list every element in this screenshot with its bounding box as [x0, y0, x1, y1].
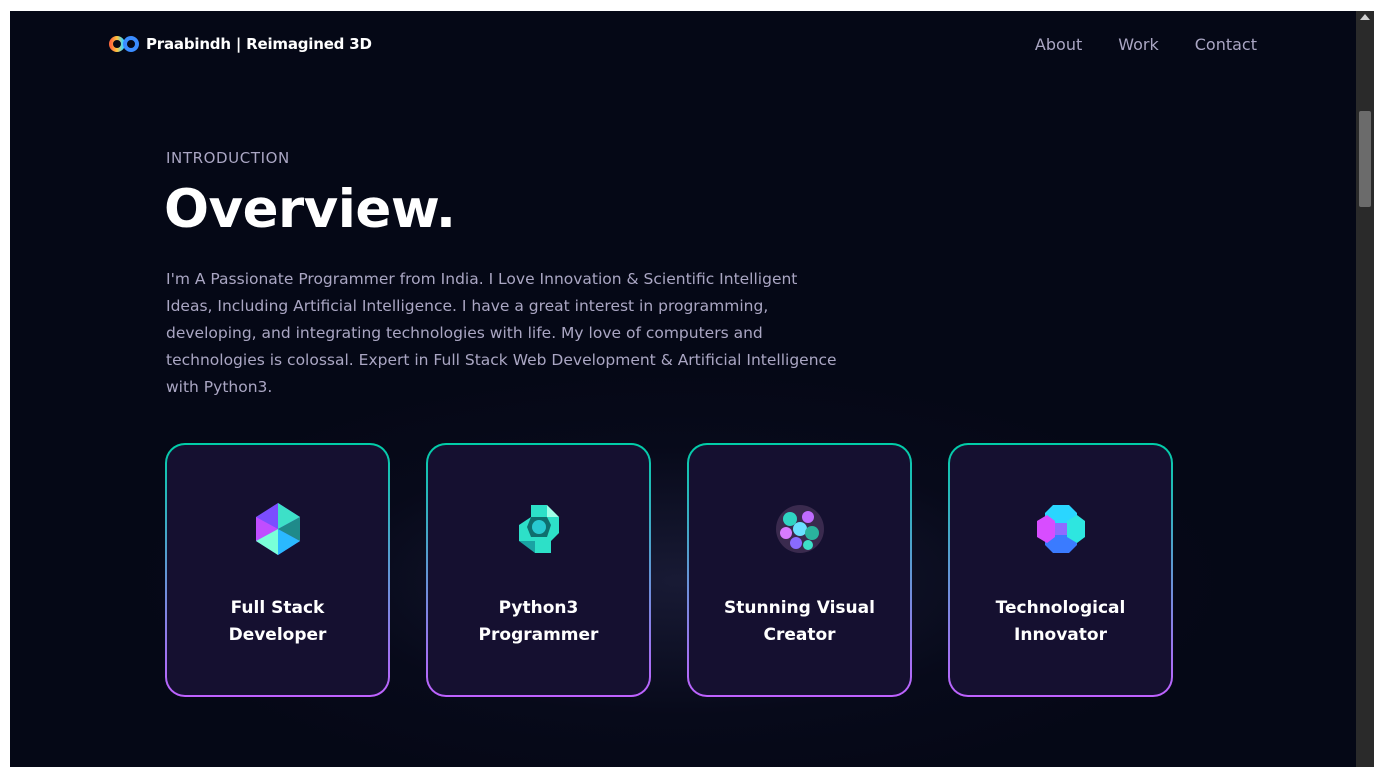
hex-cluster-icon	[1036, 505, 1085, 553]
card-title: Stunning Visual Creator	[724, 598, 875, 645]
nav-link-work[interactable]: Work	[1118, 35, 1159, 54]
infinity-logo-icon	[109, 36, 139, 52]
nav-link-contact[interactable]: Contact	[1195, 35, 1257, 54]
page-scrollbar[interactable]	[1356, 11, 1374, 767]
scroll-up-arrow-icon[interactable]	[1360, 14, 1370, 20]
section-subtitle: INTRODUCTION	[166, 149, 290, 167]
page-viewport: Praabindh | Reimagined 3D About Work Con…	[10, 11, 1356, 767]
section-title: Overview.	[164, 179, 456, 240]
service-cards: Full Stack Developer Python3 Programmer	[165, 443, 1173, 697]
card-title: Full Stack Developer	[228, 598, 327, 645]
nav-links: About Work Contact	[1035, 35, 1257, 54]
card-title: Technological Innovator	[995, 598, 1126, 645]
service-card[interactable]: Python3 Programmer	[426, 443, 651, 697]
navbar: Praabindh | Reimagined 3D About Work Con…	[10, 11, 1356, 77]
overview-description: I'm A Passionate Programmer from India. …	[166, 270, 837, 396]
crystal-icon	[255, 503, 300, 555]
nav-link-about[interactable]: About	[1035, 35, 1082, 54]
brand-link[interactable]: Praabindh | Reimagined 3D	[108, 34, 372, 54]
scroll-thumb[interactable]	[1359, 111, 1371, 207]
card-title: Python3 Programmer	[478, 598, 599, 645]
cube-knot-icon	[518, 505, 559, 553]
service-card[interactable]: Stunning Visual Creator	[687, 443, 912, 697]
service-card[interactable]: Full Stack Developer	[165, 443, 390, 697]
brand-name: Praabindh | Reimagined 3D	[146, 35, 372, 53]
service-card[interactable]: Technological Innovator	[948, 443, 1173, 697]
sphere-cluster-icon	[775, 505, 824, 553]
